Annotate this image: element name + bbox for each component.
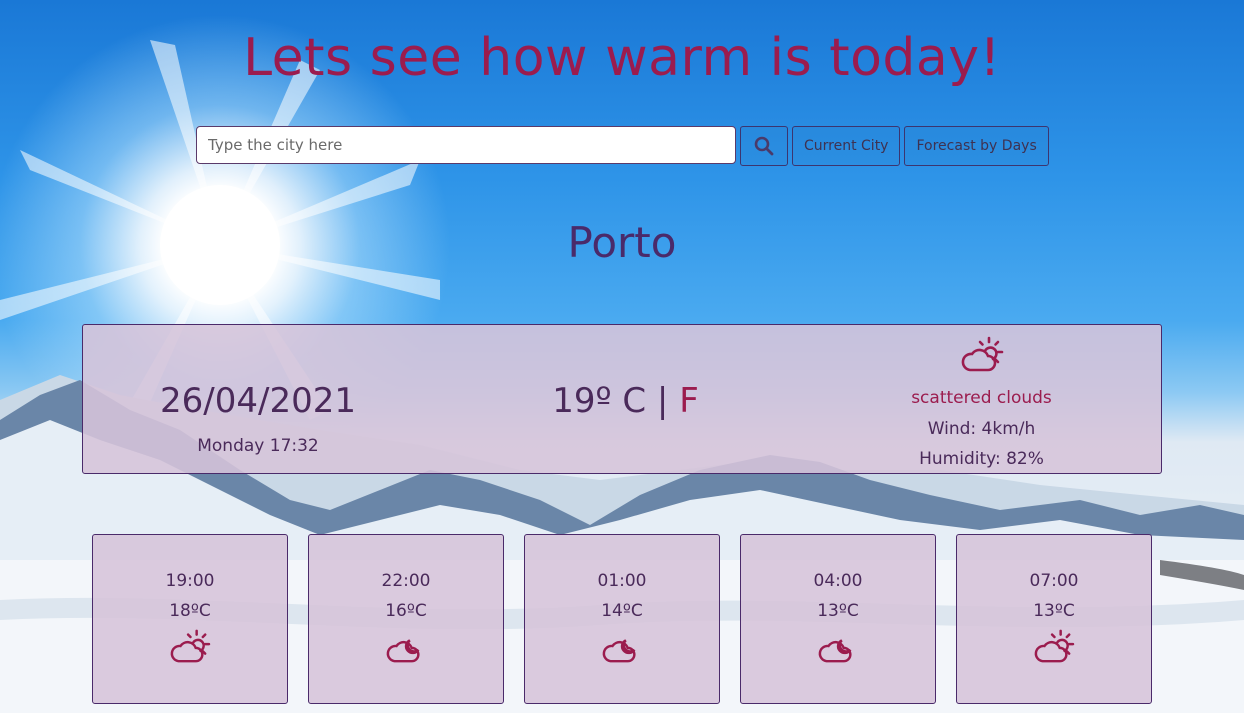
search-button[interactable]: [740, 126, 788, 166]
humidity: Humidity: 82%: [919, 449, 1044, 469]
partly-sunny-icon: [170, 629, 211, 663]
search-input[interactable]: [196, 126, 736, 164]
temperature-value: 19º: [552, 381, 612, 421]
forecast-temp: 18ºC: [169, 601, 211, 621]
fahrenheit-link[interactable]: F: [679, 381, 699, 421]
cloud-moon-icon: [386, 639, 420, 663]
partly-sunny-icon: [1034, 629, 1075, 663]
page-content: Lets see how warm is today! Current City…: [0, 0, 1244, 713]
forecast-temp: 13ºC: [1033, 601, 1075, 621]
weather-description: scattered clouds: [911, 388, 1052, 408]
forecast-temp: 13ºC: [817, 601, 859, 621]
forecast-card: 22:00 16ºC: [308, 534, 504, 704]
forecast-card: 01:00 14ºC: [524, 534, 720, 704]
forecast-time: 04:00: [813, 571, 863, 591]
forecast-time: 22:00: [381, 571, 431, 591]
current-temperature: 19º C | F: [433, 381, 818, 421]
partly-sunny-icon: [961, 336, 1004, 372]
forecast-temp: 14ºC: [601, 601, 643, 621]
current-day-time: Monday 17:32: [197, 436, 319, 456]
cloud-moon-icon: [602, 639, 636, 663]
forecast-card: 07:00 13ºC: [956, 534, 1152, 704]
current-weather-card: 26/04/2021 Monday 17:32 19º C | F scatte…: [82, 324, 1162, 474]
forecast-card: 19:00 18ºC: [92, 534, 288, 704]
cloud-moon-icon: [818, 639, 852, 663]
forecast-time: 01:00: [597, 571, 647, 591]
wind-speed: Wind: 4km/h: [927, 419, 1036, 439]
forecast-card: 04:00 13ºC: [740, 534, 936, 704]
city-name: Porto: [567, 218, 677, 267]
search-bar: Current City Forecast by Days: [196, 126, 1049, 166]
forecast-time: 07:00: [1029, 571, 1079, 591]
current-city-button[interactable]: Current City: [792, 126, 901, 166]
forecast-temp: 16ºC: [385, 601, 427, 621]
page-title: Lets see how warm is today!: [243, 28, 1001, 88]
current-date: 26/04/2021: [160, 381, 356, 421]
unit-separator: |: [656, 381, 669, 421]
forecast-time: 19:00: [165, 571, 215, 591]
celsius-link[interactable]: C: [622, 381, 646, 421]
search-icon: [754, 136, 774, 156]
forecast-by-days-button[interactable]: Forecast by Days: [904, 126, 1049, 166]
